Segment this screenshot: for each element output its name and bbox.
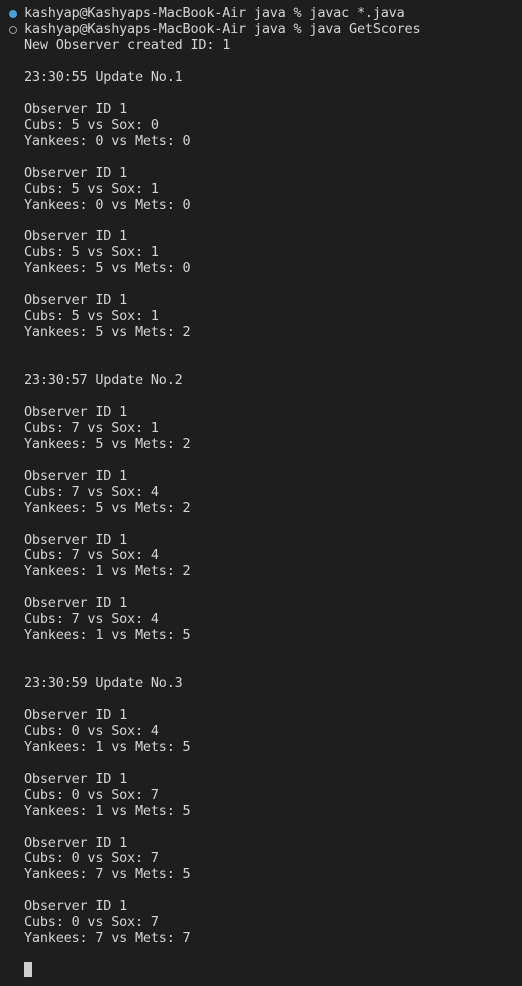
output-line: Cubs: 5 vs Sox: 1 [24, 180, 159, 197]
output-line: Observer ID 1 [24, 228, 128, 245]
command-running-icon[interactable] [9, 26, 17, 34]
output-line: 23:30:59 Update No.3 [24, 675, 183, 691]
output-line: Cubs: 5 vs Sox: 1 [24, 308, 159, 325]
output-line: Yankees: 1 vs Mets: 5 [24, 627, 191, 644]
output-line: Cubs: 7 vs Sox: 4 [24, 483, 159, 500]
output-line: 23:30:55 Update No.1 [24, 68, 183, 85]
prompt-line-1: kashyap@Kashyaps-MacBook-Air java % java… [24, 5, 405, 21]
output-line: Observer ID 1 [24, 100, 128, 117]
text-cursor [24, 962, 32, 977]
output-line: Observer ID 1 [24, 292, 128, 309]
output-line: Yankees: 5 vs Mets: 2 [24, 435, 191, 452]
output-line: Yankees: 5 vs Mets: 0 [24, 260, 191, 277]
output-line: Cubs: 0 vs Sox: 4 [24, 722, 159, 739]
output-line: New Observer created ID: 1 [24, 37, 231, 53]
output-line: Observer ID 1 [24, 770, 128, 787]
output-line: Yankees: 5 vs Mets: 2 [24, 324, 191, 341]
output-line: Observer ID 1 [24, 467, 128, 484]
output-line: Yankees: 0 vs Mets: 0 [24, 132, 191, 149]
output-line: Observer ID 1 [24, 403, 128, 420]
terminal-panel[interactable]: kashyap@Kashyaps-MacBook-Air java % java… [0, 0, 522, 986]
output-line: Yankees: 1 vs Mets: 5 [24, 738, 191, 755]
output-line: Yankees: 7 vs Mets: 5 [24, 866, 191, 883]
output-line: Observer ID 1 [24, 595, 128, 612]
command-success-icon[interactable] [9, 10, 17, 18]
output-line: Cubs: 7 vs Sox: 4 [24, 611, 159, 628]
output-line: Yankees: 1 vs Mets: 2 [24, 563, 191, 580]
output-line: Observer ID 1 [24, 531, 128, 548]
output-line: Observer ID 1 [24, 706, 128, 723]
output-line: Cubs: 0 vs Sox: 7 [24, 850, 159, 867]
output-line: Cubs: 5 vs Sox: 0 [24, 116, 159, 133]
output-line: Cubs: 0 vs Sox: 7 [24, 914, 159, 931]
output-line: Observer ID 1 [24, 898, 128, 915]
output-line: Cubs: 7 vs Sox: 1 [24, 419, 159, 436]
prompt-line-2: kashyap@Kashyaps-MacBook-Air java % java… [24, 21, 421, 37]
output-line: 23:30:57 Update No.2 [24, 371, 183, 388]
output-line: Observer ID 1 [24, 164, 128, 181]
output-line: Yankees: 7 vs Mets: 7 [24, 930, 191, 947]
output-line: Yankees: 1 vs Mets: 5 [24, 802, 191, 819]
output-line: Observer ID 1 [24, 834, 128, 851]
output-line: Cubs: 0 vs Sox: 7 [24, 786, 159, 803]
output-line: Yankees: 5 vs Mets: 2 [24, 499, 191, 516]
output-line: Cubs: 7 vs Sox: 4 [24, 547, 159, 564]
output-line: Yankees: 0 vs Mets: 0 [24, 196, 191, 213]
output-line: Cubs: 5 vs Sox: 1 [24, 244, 159, 261]
